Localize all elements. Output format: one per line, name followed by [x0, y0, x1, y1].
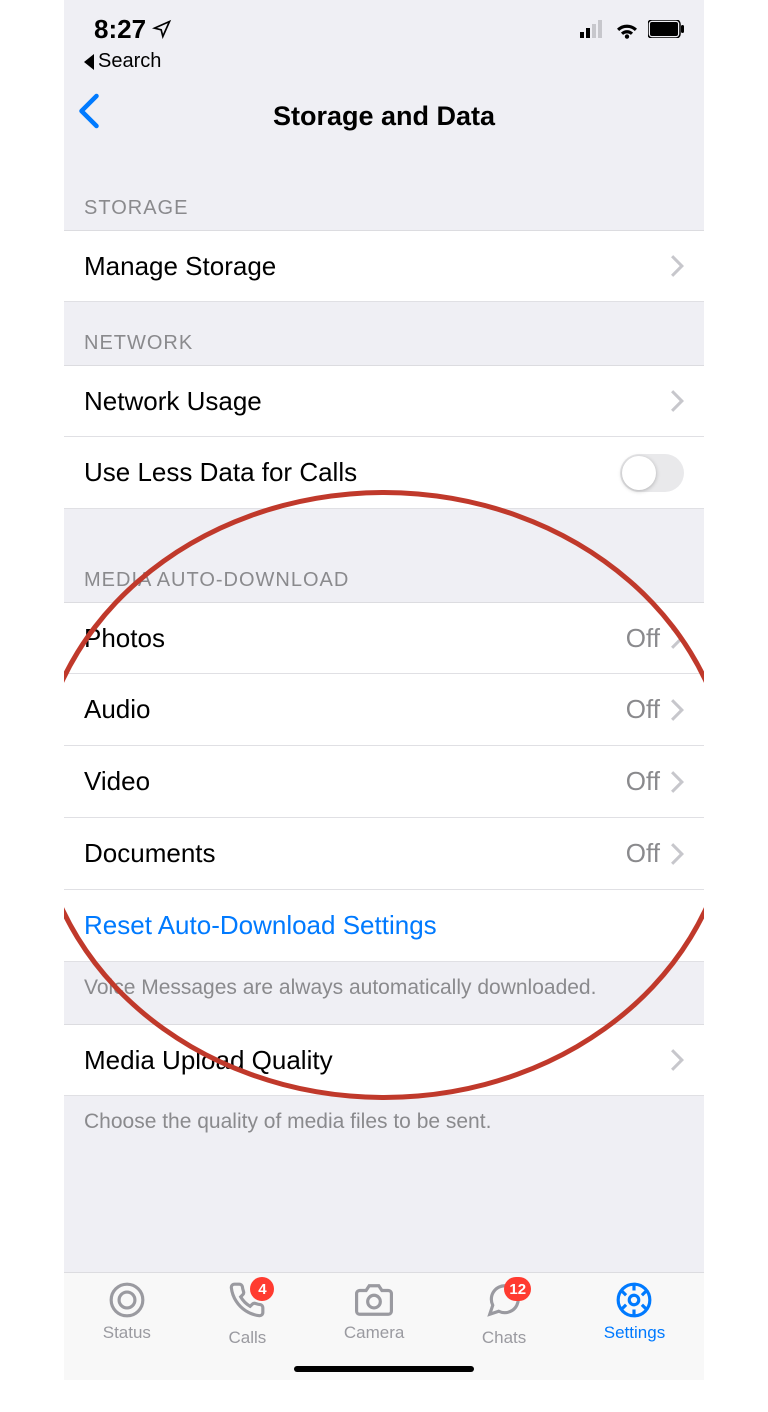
media-upload-quality-label: Media Upload Quality: [84, 1045, 333, 1076]
video-row[interactable]: Video Off: [64, 746, 704, 818]
reset-auto-download-row[interactable]: Reset Auto-Download Settings: [64, 890, 704, 962]
photos-label: Photos: [84, 623, 165, 654]
chevron-right-icon: [670, 843, 684, 865]
tab-status[interactable]: Status: [103, 1281, 151, 1343]
manage-storage-row[interactable]: Manage Storage: [64, 230, 704, 302]
nav-header: Storage and Data: [64, 85, 704, 147]
tab-calls[interactable]: 4 Calls: [228, 1281, 266, 1348]
chevron-left-icon: [78, 93, 100, 129]
manage-storage-label: Manage Storage: [84, 251, 276, 282]
tab-calls-label: Calls: [229, 1328, 267, 1348]
use-less-data-toggle[interactable]: [620, 454, 684, 492]
media-footer-note: Voice Messages are always automatically …: [64, 962, 704, 1024]
documents-label: Documents: [84, 838, 216, 869]
tab-chats-label: Chats: [482, 1328, 526, 1348]
chevron-right-icon: [670, 1049, 684, 1071]
calls-badge: 4: [250, 1277, 274, 1301]
back-triangle-icon: [84, 54, 94, 70]
section-header-storage: STORAGE: [64, 147, 704, 230]
chevron-right-icon: [670, 255, 684, 277]
wifi-icon: [614, 19, 640, 39]
tab-settings-label: Settings: [604, 1323, 665, 1343]
network-usage-row[interactable]: Network Usage: [64, 365, 704, 437]
use-less-data-label: Use Less Data for Calls: [84, 457, 357, 488]
status-icon: [108, 1281, 146, 1319]
chats-badge: 12: [504, 1277, 531, 1301]
video-label: Video: [84, 766, 150, 797]
phone-frame: 8:27 Search Stora: [64, 0, 704, 1380]
use-less-data-row[interactable]: Use Less Data for Calls: [64, 437, 704, 509]
audio-label: Audio: [84, 694, 151, 725]
cellular-icon: [580, 20, 606, 38]
chevron-right-icon: [670, 771, 684, 793]
documents-row[interactable]: Documents Off: [64, 818, 704, 890]
section-header-network: NETWORK: [64, 302, 704, 365]
tab-camera-label: Camera: [344, 1323, 404, 1343]
chevron-right-icon: [670, 627, 684, 649]
battery-icon: [648, 20, 684, 38]
chevron-right-icon: [670, 699, 684, 721]
photos-value: Off: [626, 623, 660, 654]
documents-value: Off: [626, 838, 660, 869]
tab-status-label: Status: [103, 1323, 151, 1343]
tab-chats[interactable]: 12 Chats: [482, 1281, 526, 1348]
back-button[interactable]: [78, 93, 100, 134]
gear-icon: [615, 1281, 653, 1319]
back-crumb-label: Search: [98, 50, 161, 73]
photos-row[interactable]: Photos Off: [64, 602, 704, 674]
video-value: Off: [626, 766, 660, 797]
reset-auto-download-label: Reset Auto-Download Settings: [84, 910, 437, 941]
section-header-media: MEDIA AUTO-DOWNLOAD: [64, 509, 704, 602]
home-indicator[interactable]: [294, 1366, 474, 1372]
status-bar: 8:27: [64, 0, 704, 48]
media-upload-quality-row[interactable]: Media Upload Quality: [64, 1024, 704, 1096]
upload-footer-note: Choose the quality of media files to be …: [64, 1096, 704, 1158]
status-time: 8:27: [94, 14, 146, 45]
audio-value: Off: [626, 694, 660, 725]
location-icon: [152, 19, 172, 39]
camera-icon: [355, 1281, 393, 1319]
back-to-app[interactable]: Search: [64, 48, 704, 85]
chevron-right-icon: [670, 390, 684, 412]
network-usage-label: Network Usage: [84, 386, 262, 417]
tab-camera[interactable]: Camera: [344, 1281, 404, 1343]
tab-settings[interactable]: Settings: [604, 1281, 665, 1343]
page-title: Storage and Data: [273, 101, 495, 132]
audio-row[interactable]: Audio Off: [64, 674, 704, 746]
tab-bar: Status 4 Calls Camera 12 Chats Settings: [64, 1272, 704, 1380]
